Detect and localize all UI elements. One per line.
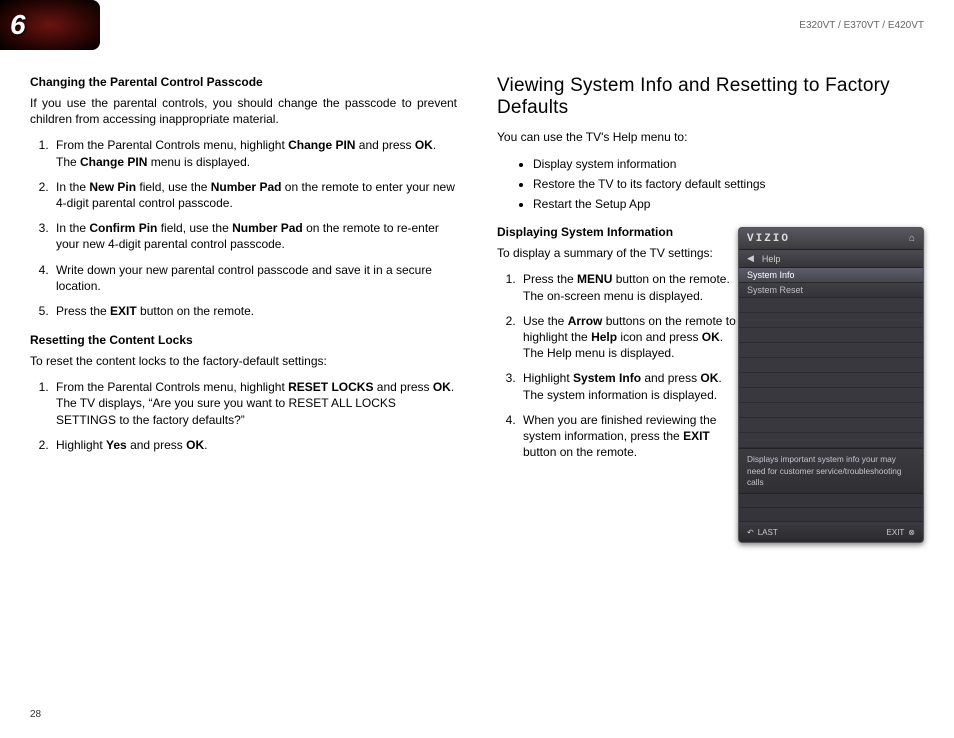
- list-item: In the Confirm Pin field, use the Number…: [52, 220, 457, 252]
- steps-change-passcode: From the Parental Controls menu, highlig…: [30, 137, 457, 319]
- list-item: Write down your new parental control pas…: [52, 262, 457, 294]
- para-passcode-intro: If you use the parental controls, you sh…: [30, 95, 457, 127]
- home-icon: ⌂: [909, 233, 915, 244]
- help-bullets: Display system information Restore the T…: [497, 155, 924, 213]
- breadcrumb-label: Help: [762, 254, 781, 264]
- list-item: In the New Pin field, use the Number Pad…: [52, 179, 457, 211]
- heading-change-passcode: Changing the Parental Control Passcode: [30, 75, 457, 89]
- tv-menu-item-system-reset: System Reset: [739, 283, 923, 298]
- model-numbers: E320VT / E370VT / E420VT: [799, 20, 924, 31]
- exit-icon: ⊗: [908, 528, 915, 537]
- page-number: 28: [30, 709, 41, 720]
- list-item: Press the MENU button on the remote. The…: [519, 271, 743, 303]
- page-badge: 6: [0, 0, 100, 50]
- para-help-intro: You can use the TV's Help menu to:: [497, 129, 924, 145]
- tv-last-button: ↶ LAST: [747, 528, 778, 537]
- left-column: Changing the Parental Control Passcode I…: [30, 75, 457, 474]
- list-item: From the Parental Controls menu, highlig…: [52, 137, 457, 169]
- return-icon: ↶: [747, 528, 754, 537]
- back-arrow-icon: ◀: [747, 253, 754, 264]
- list-item: Press the EXIT button on the remote.: [52, 303, 457, 319]
- tv-blank-area: [739, 494, 923, 522]
- list-item: Highlight System Info and press OK. The …: [519, 370, 743, 402]
- tv-menu-screenshot: VIZIO ⌂ ◀ Help System Info System Reset …: [738, 227, 924, 543]
- steps-display-sysinfo: Press the MENU button on the remote. The…: [497, 271, 743, 460]
- heading-system-info: Viewing System Info and Resetting to Fac…: [497, 75, 924, 119]
- list-item: Use the Arrow buttons on the remote to h…: [519, 313, 743, 362]
- list-item: Display system information: [533, 155, 924, 173]
- steps-reset-locks: From the Parental Controls menu, highlig…: [30, 379, 457, 453]
- tv-menu-footer: ↶ LAST EXIT ⊗: [739, 522, 923, 542]
- heading-reset-locks: Resetting the Content Locks: [30, 333, 457, 347]
- page-badge-number: 6: [10, 9, 26, 41]
- page-header: 6 E320VT / E370VT / E420VT: [0, 0, 954, 50]
- list-item: Highlight Yes and press OK.: [52, 437, 457, 453]
- list-item: When you are finished reviewing the syst…: [519, 412, 743, 461]
- tv-exit-button: EXIT ⊗: [887, 528, 915, 537]
- para-reset-intro: To reset the content locks to the factor…: [30, 353, 457, 369]
- list-item: Restart the Setup App: [533, 195, 924, 213]
- tv-menu-description: Displays important system info your may …: [739, 448, 923, 494]
- para-display-intro: To display a summary of the TV settings:: [497, 245, 743, 261]
- tv-logo: VIZIO: [747, 233, 790, 245]
- list-item: From the Parental Controls menu, highlig…: [52, 379, 457, 428]
- tv-menu-item-system-info: System Info: [739, 268, 923, 283]
- list-item: Restore the TV to its factory default se…: [533, 175, 924, 193]
- tv-blank-area: [739, 298, 923, 448]
- tv-breadcrumb: ◀ Help: [739, 250, 923, 268]
- tv-menu-header: VIZIO ⌂: [739, 228, 923, 250]
- right-column: Viewing System Info and Resetting to Fac…: [497, 75, 924, 474]
